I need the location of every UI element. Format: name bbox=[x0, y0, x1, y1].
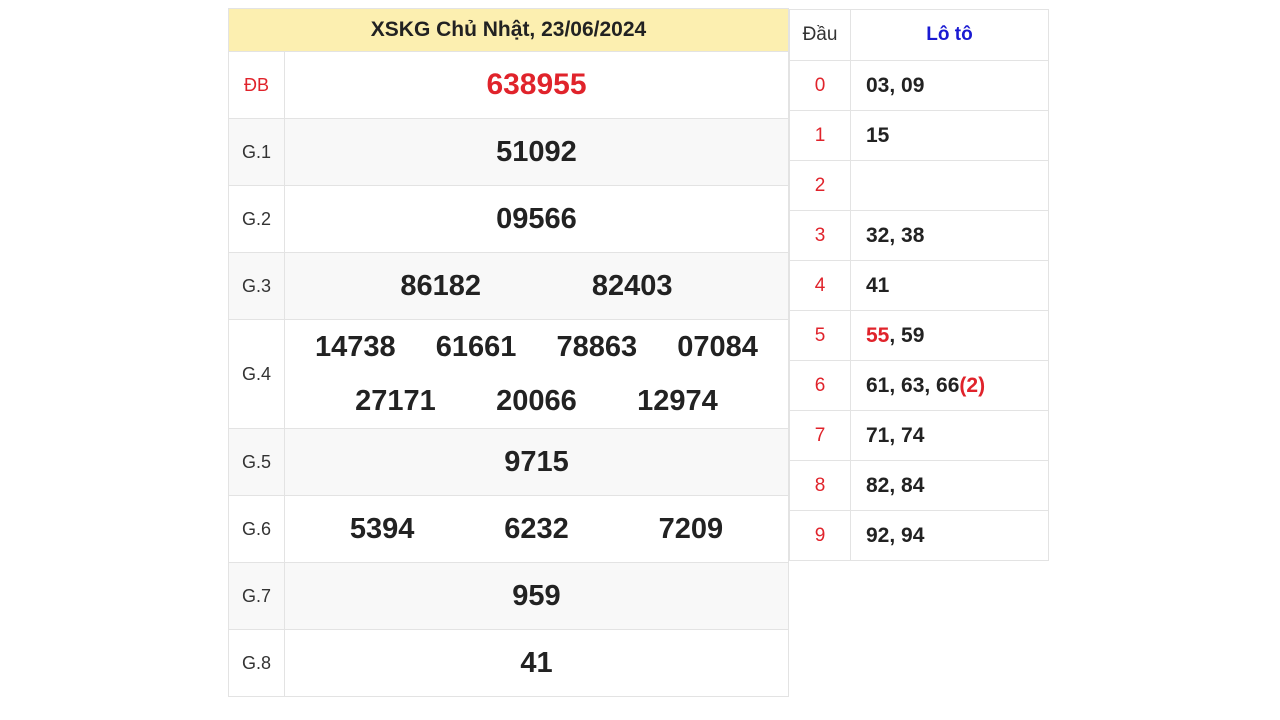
prize-number: 78863 bbox=[556, 330, 638, 363]
dau-cell: 5 bbox=[789, 310, 851, 361]
prize-row: G.6 5394 6232 7209 bbox=[228, 495, 789, 563]
prize-numbers: 959 bbox=[284, 562, 789, 630]
prize-number: 9715 bbox=[504, 445, 569, 478]
prize-label: G.5 bbox=[228, 428, 285, 496]
prize-numbers: 638955 bbox=[284, 51, 789, 119]
loto-values bbox=[850, 160, 1049, 211]
prize-row: G.3 86182 82403 bbox=[228, 252, 789, 320]
loto-values: 15 bbox=[850, 110, 1049, 161]
loto-row: 8 82, 84 bbox=[789, 460, 1049, 511]
loto-header: Lô tô bbox=[850, 9, 1049, 61]
loto-values: 03, 09 bbox=[850, 60, 1049, 111]
loto-row: 7 71, 74 bbox=[789, 410, 1049, 461]
loto-row: 9 92, 94 bbox=[789, 510, 1049, 561]
dau-cell: 3 bbox=[789, 210, 851, 261]
dau-cell: 1 bbox=[789, 110, 851, 161]
loto-values: 82, 84 bbox=[850, 460, 1049, 511]
loto-highlight: (2) bbox=[959, 373, 986, 397]
loto-values: 41 bbox=[850, 260, 1049, 311]
results-table: XSKG Chủ Nhật, 23/06/2024 ĐB 638955 G.1 510… bbox=[228, 8, 789, 697]
loto-values: 32, 38 bbox=[850, 210, 1049, 261]
prize-numbers: 09566 bbox=[284, 185, 789, 253]
prize-number: 14738 bbox=[315, 330, 396, 363]
loto-value: 92, 94 bbox=[866, 523, 925, 547]
dau-cell: 6 bbox=[789, 360, 851, 411]
dau-cell: 2 bbox=[789, 160, 851, 211]
dau-cell: 7 bbox=[789, 410, 851, 461]
prize-label: G.2 bbox=[228, 185, 285, 253]
prize-number: 61661 bbox=[435, 330, 517, 363]
prize-number: 27171 bbox=[355, 384, 436, 417]
loto-value: 61, 63, 66 bbox=[866, 373, 960, 397]
loto-row: 3 32, 38 bbox=[789, 210, 1049, 261]
loto-values: 92, 94 bbox=[850, 510, 1049, 561]
prize-label: G.3 bbox=[228, 252, 285, 320]
loto-value: 32, 38 bbox=[866, 223, 925, 247]
dau-cell: 0 bbox=[789, 60, 851, 111]
loto-values: 55, 59 bbox=[850, 310, 1049, 361]
prize-row: ĐB 638955 bbox=[228, 51, 789, 119]
prize-row: G.4 14738 61661 78863 07084 27171 20066 12974 bbox=[228, 319, 789, 429]
prize-label: ĐB bbox=[228, 51, 285, 119]
prize-label: G.7 bbox=[228, 562, 285, 630]
dau-cell: 4 bbox=[789, 260, 851, 311]
loto-row: 1 15 bbox=[789, 110, 1049, 161]
loto-row: 2 bbox=[789, 160, 1049, 211]
loto-value: 15 bbox=[866, 123, 890, 147]
dau-cell: 8 bbox=[789, 460, 851, 511]
dau-cell: 9 bbox=[789, 510, 851, 561]
prize-number: 20066 bbox=[496, 384, 577, 417]
prize-number: 41 bbox=[520, 646, 553, 679]
loto-row: 0 03, 09 bbox=[789, 60, 1049, 111]
prize-number: 6232 bbox=[504, 512, 569, 545]
prize-number: 07084 bbox=[677, 330, 758, 363]
loto-value: 41 bbox=[866, 273, 890, 297]
prize-number: 82403 bbox=[591, 269, 673, 302]
prize-numbers: 41 bbox=[284, 629, 789, 697]
loto-row: 4 41 bbox=[789, 260, 1049, 311]
loto-value: 82, 84 bbox=[866, 473, 925, 497]
results-title: XSKG Chủ Nhật, 23/06/2024 bbox=[228, 8, 789, 52]
prize-number: 5394 bbox=[349, 512, 415, 545]
prize-numbers: 9715 bbox=[284, 428, 789, 496]
loto-row: 6 61, 63, 66(2) bbox=[789, 360, 1049, 411]
prize-number: 86182 bbox=[400, 269, 482, 302]
prize-number: 959 bbox=[512, 579, 561, 612]
prize-label: G.6 bbox=[228, 495, 285, 563]
prize-row: G.2 09566 bbox=[228, 185, 789, 253]
prize-numbers: 86182 82403 bbox=[284, 252, 789, 320]
prize-numbers: 51092 bbox=[284, 118, 789, 186]
prize-number: 09566 bbox=[496, 202, 577, 235]
loto-value: 03, 09 bbox=[866, 73, 925, 97]
prize-label: G.4 bbox=[228, 319, 285, 429]
prize-number: 12974 bbox=[637, 384, 718, 417]
loto-value: , 59 bbox=[889, 323, 925, 347]
prize-label: G.1 bbox=[228, 118, 285, 186]
prize-number: 51092 bbox=[496, 135, 577, 168]
prize-label: G.8 bbox=[228, 629, 285, 697]
prize-row: G.5 9715 bbox=[228, 428, 789, 496]
prize-numbers: 5394 6232 7209 bbox=[284, 495, 789, 563]
loto-values: 71, 74 bbox=[850, 410, 1049, 461]
loto-table: Đầu Lô tô 0 03, 09 1 15 2 3 32, 38 4 41 5 55, 59 6 6… bbox=[789, 9, 1049, 561]
prize-row: G.8 41 bbox=[228, 629, 789, 697]
prize-numbers: 14738 61661 78863 07084 27171 20066 12974 bbox=[284, 319, 789, 429]
loto-highlight: 55 bbox=[866, 323, 890, 347]
prize-number: 7209 bbox=[658, 512, 724, 545]
loto-value: 71, 74 bbox=[866, 423, 925, 447]
dau-header: Đầu bbox=[789, 9, 851, 61]
prize-number: 638955 bbox=[486, 68, 587, 101]
prize-row: G.1 51092 bbox=[228, 118, 789, 186]
prize-row: G.7 959 bbox=[228, 562, 789, 630]
loto-row: 5 55, 59 bbox=[789, 310, 1049, 361]
loto-values: 61, 63, 66(2) bbox=[850, 360, 1049, 411]
